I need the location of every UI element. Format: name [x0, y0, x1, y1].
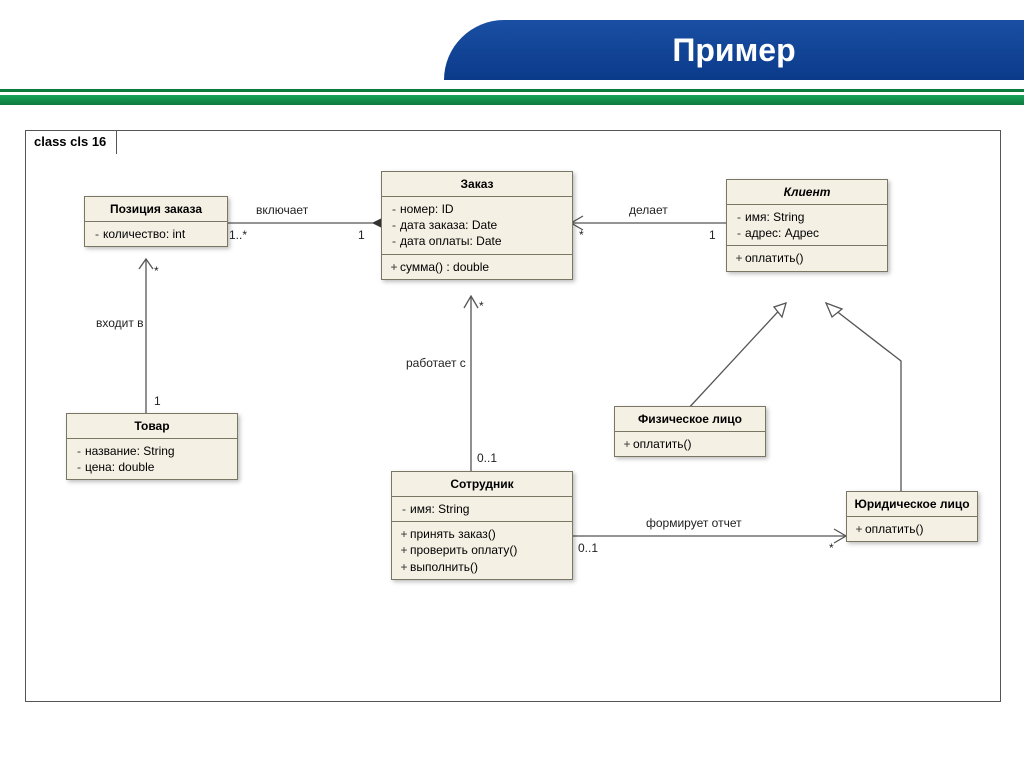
- attr: -имя: String: [398, 501, 566, 517]
- class-order: Заказ -номер: ID -дата заказа: Date -дат…: [381, 171, 573, 280]
- class-client: Клиент -имя: String -адрес: Адрес +оплат…: [726, 179, 888, 272]
- slide: Пример class cls 16: [0, 0, 1024, 767]
- mult: *: [479, 299, 484, 313]
- op: +оплатить(): [733, 250, 881, 266]
- op: +выполнить(): [398, 559, 566, 575]
- attr: -цена: double: [73, 459, 231, 475]
- class-title: Физическое лицо: [615, 407, 765, 432]
- mult: *: [579, 228, 584, 242]
- mult: 1: [709, 228, 716, 242]
- class-title: Заказ: [382, 172, 572, 197]
- uml-frame: class cls 16 Позиция: [25, 130, 1001, 702]
- class-title: Клиент: [727, 180, 887, 205]
- attr: -имя: String: [733, 209, 881, 225]
- header-divider: [0, 95, 1024, 105]
- op: +сумма() : double: [388, 259, 566, 275]
- class-product: Товар -название: String -цена: double: [66, 413, 238, 480]
- class-person: Физическое лицо +оплатить(): [614, 406, 766, 457]
- mult: 1: [358, 228, 365, 242]
- class-order-item: Позиция заказа -количество: int: [84, 196, 228, 247]
- class-title: Юридическое лицо: [847, 492, 977, 517]
- op: +оплатить(): [853, 521, 971, 537]
- op: +проверить оплату(): [398, 542, 566, 558]
- op: +оплатить(): [621, 436, 759, 452]
- mult: *: [829, 541, 834, 555]
- attr: -дата оплаты: Date: [388, 233, 566, 249]
- slide-header: Пример: [0, 0, 1024, 98]
- class-title: Товар: [67, 414, 237, 439]
- attr: -дата заказа: Date: [388, 217, 566, 233]
- class-title: Позиция заказа: [85, 197, 227, 222]
- class-company: Юридическое лицо +оплатить(): [846, 491, 978, 542]
- class-employee: Сотрудник -имя: String +принять заказ() …: [391, 471, 573, 580]
- class-title: Сотрудник: [392, 472, 572, 497]
- mult: 1..*: [229, 228, 247, 242]
- rel-reports-label: формирует отчет: [646, 516, 742, 530]
- mult: *: [154, 264, 159, 278]
- rel-workswith-label: работает с: [406, 356, 466, 370]
- rel-includes-label: включает: [256, 203, 308, 217]
- mult: 0..1: [477, 451, 497, 465]
- rel-partof-label: входит в: [96, 316, 144, 330]
- attr: -название: String: [73, 443, 231, 459]
- mult: 1: [154, 394, 161, 408]
- mult: 0..1: [578, 541, 598, 555]
- rel-makes-label: делает: [629, 203, 668, 217]
- attr: -номер: ID: [388, 201, 566, 217]
- attr: -адрес: Адрес: [733, 225, 881, 241]
- op: +принять заказ(): [398, 526, 566, 542]
- attr: -количество: int: [91, 226, 221, 242]
- slide-title: Пример: [444, 20, 1024, 80]
